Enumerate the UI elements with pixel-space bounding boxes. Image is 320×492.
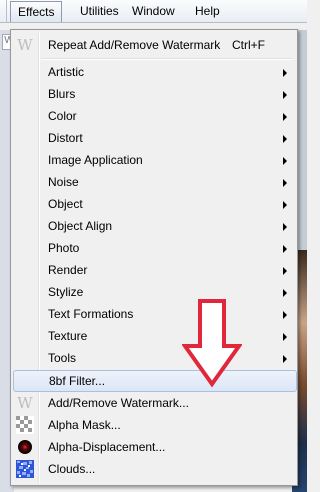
- menu-item-alpha-displacement[interactable]: Alpha-Displacement...: [13, 436, 295, 458]
- submenu-arrow-icon: [283, 223, 287, 231]
- displacement-sphere-icon: [18, 440, 32, 454]
- submenu-arrow-icon: [283, 267, 287, 275]
- submenu-arrow-icon: [283, 201, 287, 209]
- menu-item-label: Stylize: [48, 285, 84, 299]
- submenu-object-align[interactable]: Object Align: [13, 215, 295, 237]
- menu-item-label: Noise: [48, 175, 79, 189]
- red-down-arrow-annotation: [182, 299, 242, 388]
- menu-item-repeat-watermark[interactable]: W Repeat Add/Remove Watermark Ctrl+F: [13, 34, 295, 56]
- submenu-arrow-icon: [283, 245, 287, 253]
- submenu-arrow-icon: [283, 179, 287, 187]
- menu-item-label: Render: [48, 263, 88, 277]
- menu-item-label: Color: [48, 109, 77, 123]
- submenu-render[interactable]: Render: [13, 259, 295, 281]
- submenu-tools[interactable]: Tools: [13, 347, 295, 369]
- submenu-arrow-icon: [283, 91, 287, 99]
- submenu-arrow-icon: [283, 333, 287, 341]
- submenu-arrow-icon: [283, 289, 287, 297]
- watermark-w-icon: W: [17, 36, 33, 54]
- submenu-arrow-icon: [283, 157, 287, 165]
- menu-effects[interactable]: Effects: [10, 1, 63, 22]
- menu-item-label: Text Formations: [48, 307, 134, 321]
- submenu-arrow-icon: [283, 69, 287, 77]
- effects-dropdown-menu: W Repeat Add/Remove Watermark Ctrl+F Art…: [10, 29, 298, 486]
- menu-item-label: Object: [48, 197, 83, 211]
- menu-item-label: Tools: [48, 351, 77, 365]
- menu-item-label: Image Application: [48, 153, 143, 167]
- submenu-photo[interactable]: Photo: [13, 237, 295, 259]
- submenu-arrow-icon: [283, 113, 287, 121]
- menu-utilities[interactable]: Utilities: [73, 3, 126, 19]
- submenu-arrow-icon: [283, 355, 287, 363]
- submenu-texture[interactable]: Texture: [13, 325, 295, 347]
- menu-item-8bf-filter[interactable]: 8bf Filter...: [13, 370, 297, 392]
- menu-item-alpha-mask[interactable]: Alpha Mask...: [13, 414, 295, 436]
- clouds-pattern-icon: [16, 460, 34, 478]
- menu-item-label: Artistic: [48, 65, 84, 79]
- submenu-text-formations[interactable]: Text Formations: [13, 303, 295, 325]
- watermark-w-icon: W: [17, 394, 33, 412]
- menu-item-label: 8bf Filter...: [49, 374, 106, 388]
- menu-item-label: Photo: [48, 241, 80, 255]
- menu-item-label: Distort: [48, 131, 83, 145]
- menu-separator: [41, 58, 293, 60]
- menu-item-label: Alpha-Displacement...: [48, 440, 166, 454]
- menu-item-label: Clouds...: [48, 462, 96, 476]
- submenu-object[interactable]: Object: [13, 193, 295, 215]
- menu-item-label: Texture: [48, 329, 88, 343]
- checker-mask-icon: [16, 416, 34, 434]
- menu-item-label: Object Align: [48, 219, 113, 233]
- submenu-stylize[interactable]: Stylize: [13, 281, 295, 303]
- submenu-arrow-icon: [283, 135, 287, 143]
- menu-item-add-remove-watermark[interactable]: W Add/Remove Watermark...: [13, 392, 295, 414]
- menu-item-label: Blurs: [48, 87, 76, 101]
- menu-item-clouds[interactable]: Clouds...: [13, 458, 295, 480]
- menu-bar: Effects Utilities Window Help: [0, 0, 307, 23]
- submenu-color[interactable]: Color: [13, 105, 295, 127]
- menu-item-label: Add/Remove Watermark...: [48, 396, 189, 410]
- submenu-arrow-icon: [283, 311, 287, 319]
- menu-help[interactable]: Help: [188, 3, 227, 19]
- submenu-artistic[interactable]: Artistic: [13, 61, 295, 83]
- submenu-blurs[interactable]: Blurs: [13, 83, 295, 105]
- submenu-distort[interactable]: Distort: [13, 127, 295, 149]
- submenu-noise[interactable]: Noise: [13, 171, 295, 193]
- menu-bar-left-edge: [0, 0, 7, 22]
- submenu-image-application[interactable]: Image Application: [13, 149, 295, 171]
- menu-item-label: Alpha Mask...: [48, 418, 121, 432]
- shortcut-label: Ctrl+F: [232, 38, 265, 52]
- menu-item-label: Repeat Add/Remove Watermark: [48, 38, 221, 52]
- menu-window[interactable]: Window: [125, 3, 182, 19]
